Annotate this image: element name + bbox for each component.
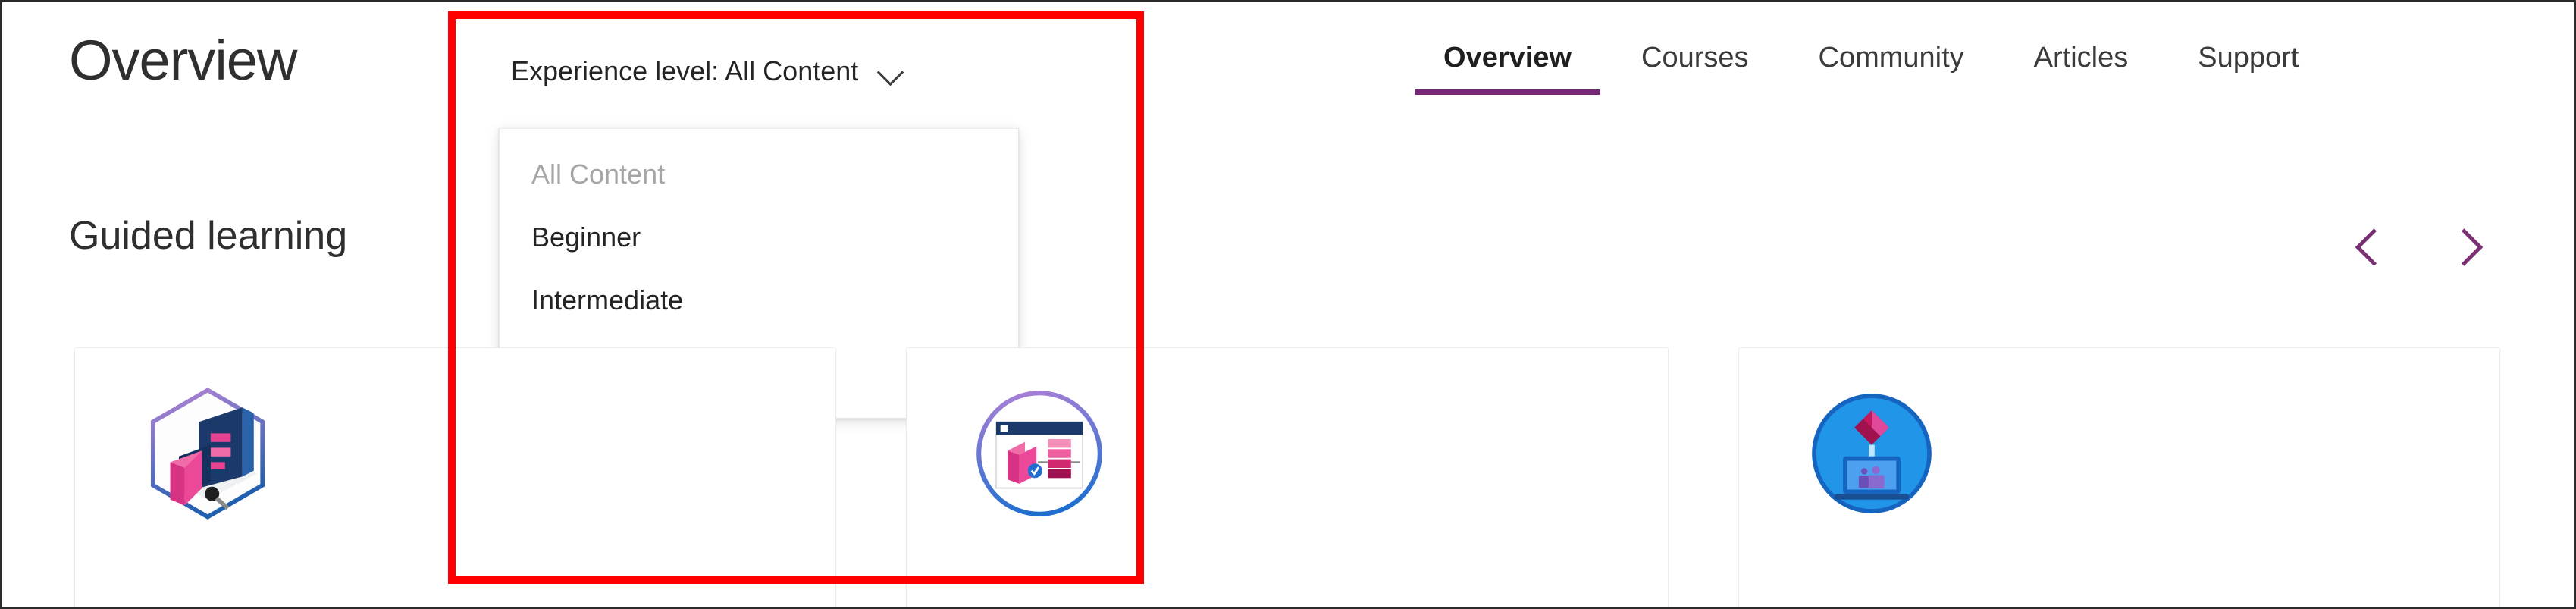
tab-support[interactable]: Support	[2163, 42, 2333, 95]
circle-teams-dataverse-badge-icon	[1800, 381, 1944, 526]
carousel-prev-button[interactable]	[2345, 221, 2398, 274]
app-screenshot: Overview Overview Courses Community Arti…	[0, 0, 2576, 609]
tab-community[interactable]: Community	[1784, 42, 1999, 95]
chevron-right-icon	[2445, 228, 2484, 266]
circle-app-table-badge-icon	[967, 381, 1111, 526]
guided-learning-card[interactable]	[1738, 347, 2500, 607]
section-heading-guided-learning: Guided learning	[69, 214, 348, 258]
hexagon-data-model-badge-icon	[136, 381, 280, 526]
guided-learning-card[interactable]	[74, 347, 837, 607]
page-title: Overview	[69, 29, 297, 92]
experience-level-filter: Experience level: All Content All Conten…	[499, 49, 1022, 419]
chevron-left-icon	[2355, 228, 2393, 266]
tab-courses[interactable]: Courses	[1606, 42, 1784, 95]
menu-option-beginner[interactable]: Beginner	[500, 206, 1018, 268]
menu-option-all-content[interactable]: All Content	[500, 143, 1018, 206]
carousel-controls	[2345, 221, 2493, 274]
tab-overview[interactable]: Overview	[1409, 42, 1606, 95]
guided-learning-card-row	[74, 347, 2500, 607]
guided-learning-card[interactable]	[906, 347, 1669, 607]
chevron-down-icon	[878, 58, 904, 84]
carousel-next-button[interactable]	[2440, 221, 2493, 274]
tab-articles[interactable]: Articles	[1999, 42, 2164, 95]
menu-option-intermediate[interactable]: Intermediate	[500, 268, 1018, 331]
experience-level-filter-label: Experience level: All Content	[511, 55, 859, 86]
top-nav: Overview Courses Community Articles Supp…	[1409, 42, 2333, 95]
experience-level-filter-button[interactable]: Experience level: All Content	[499, 49, 912, 93]
